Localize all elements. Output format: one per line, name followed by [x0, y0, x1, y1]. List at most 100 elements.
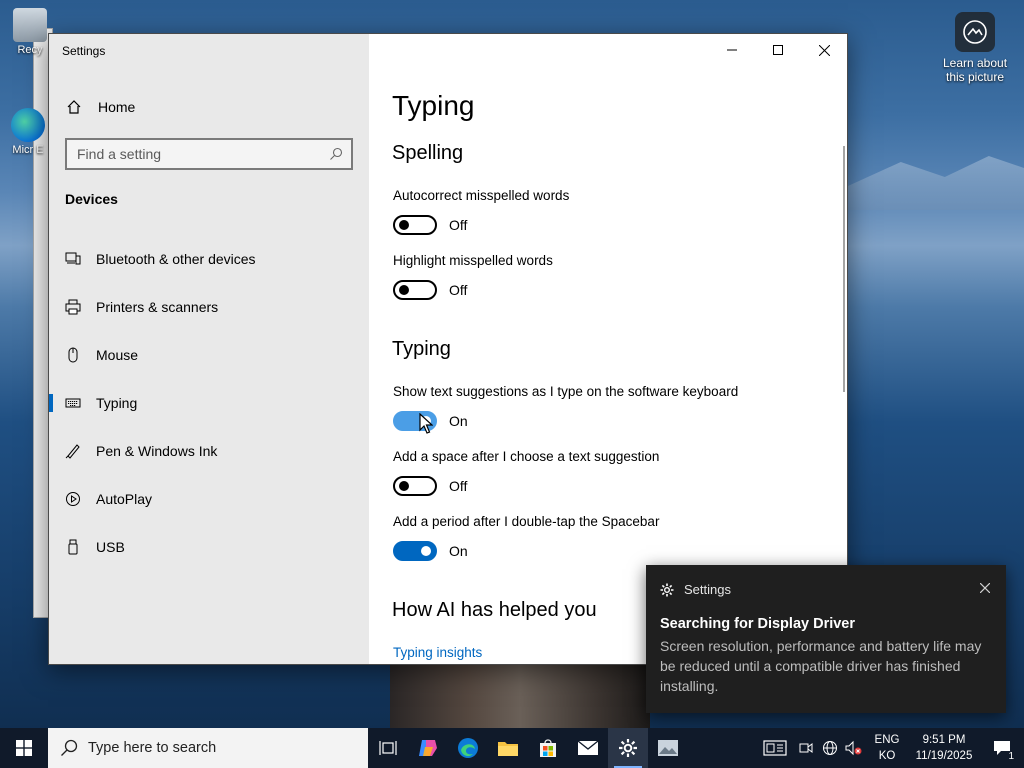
desktop-icon-recycle-bin[interactable]: Recy — [10, 8, 50, 56]
windows-logo-icon — [16, 740, 32, 756]
autocorrect-state: Off — [449, 217, 468, 233]
toast-title: Searching for Display Driver — [660, 616, 856, 632]
sidebar-item-label: Pen & Windows Ink — [96, 443, 218, 459]
globe-icon — [823, 741, 837, 755]
sidebar-home[interactable]: Home — [49, 92, 369, 122]
sidebar-section-heading: Devices — [65, 191, 118, 207]
recycle-bin-icon — [13, 8, 47, 42]
sidebar-item-printers[interactable]: Printers & scanners — [49, 289, 369, 325]
highlight-misspelled-toggle[interactable] — [393, 280, 437, 300]
notification-toast[interactable]: Settings Searching for Display Driver Sc… — [646, 565, 1006, 713]
sidebar-item-label: Printers & scanners — [96, 299, 219, 315]
toast-body: Screen resolution, performance and batte… — [660, 638, 982, 694]
autocorrect-label: Autocorrect misspelled words — [393, 188, 570, 203]
sidebar-item-autoplay[interactable]: AutoPlay — [49, 481, 369, 517]
minimize-icon — [727, 49, 737, 51]
home-icon — [67, 100, 81, 114]
content-scrollbar[interactable] — [843, 146, 845, 392]
add-space-toggle-row: Off — [393, 476, 467, 496]
sidebar-item-label: Typing — [96, 395, 138, 411]
sidebar-item-mouse[interactable]: Mouse — [49, 337, 369, 373]
window-controls — [709, 34, 847, 66]
tray-meet-now[interactable] — [794, 728, 818, 768]
toast-app-header: Settings — [660, 582, 731, 597]
news-icon — [763, 740, 787, 756]
camera-icon — [955, 12, 995, 52]
mouse-icon — [65, 347, 81, 363]
clock[interactable]: 9:51 PM 11/19/2025 — [908, 732, 980, 764]
text-suggestions-state: On — [449, 413, 468, 429]
action-center-button[interactable]: 1 — [980, 728, 1024, 768]
taskbar-copilot[interactable] — [408, 728, 448, 768]
tray-network[interactable] — [818, 728, 842, 768]
sidebar-item-usb[interactable]: USB — [49, 529, 369, 565]
gear-icon — [660, 583, 674, 596]
autoplay-icon — [65, 491, 81, 507]
sidebar-item-typing[interactable]: Typing — [49, 385, 369, 421]
maximize-icon — [773, 45, 783, 55]
language-code: ENG — [874, 734, 900, 746]
sidebar-item-pen[interactable]: Pen & Windows Ink — [49, 433, 369, 469]
taskbar-search-box[interactable]: Type here to search — [48, 728, 368, 768]
taskbar: Type here to search ENG KO 9:51 PM 11/19… — [0, 728, 1024, 768]
typing-insights-link[interactable]: Typing insights — [393, 645, 482, 660]
ai-heading: How AI has helped you — [392, 599, 597, 621]
wallpaper-rocks — [390, 665, 650, 728]
close-button[interactable] — [801, 34, 847, 66]
minimize-button[interactable] — [709, 34, 755, 66]
add-period-label: Add a period after I double-tap the Spac… — [393, 514, 660, 529]
toast-app-name: Settings — [684, 582, 731, 597]
tray-volume[interactable] — [842, 728, 866, 768]
mail-icon — [577, 740, 599, 755]
add-period-toggle[interactable] — [393, 541, 437, 561]
input-language[interactable]: ENG KO — [870, 732, 904, 764]
settings-sidebar: Settings Home Find a setting Devices Blu… — [49, 34, 369, 664]
add-space-state: Off — [449, 478, 468, 494]
add-space-toggle[interactable] — [393, 476, 437, 496]
sidebar-item-label: USB — [96, 539, 125, 555]
start-button[interactable] — [0, 728, 48, 768]
typing-heading: Typing — [392, 338, 451, 360]
sidebar-item-bluetooth[interactable]: Bluetooth & other devices — [49, 241, 369, 277]
sidebar-item-label: Mouse — [96, 347, 139, 363]
search-icon — [61, 739, 78, 756]
tray-news-button[interactable] — [756, 728, 794, 768]
window-title: Settings — [62, 44, 106, 58]
taskbar-edge[interactable] — [448, 728, 488, 768]
edge-icon — [458, 738, 478, 758]
wallpaper-mountains — [848, 156, 1024, 210]
close-icon — [818, 44, 830, 56]
taskbar-mail[interactable] — [568, 728, 608, 768]
sidebar-item-label: AutoPlay — [96, 491, 153, 507]
keyboard-layout: KO — [878, 750, 896, 762]
task-view-button[interactable] — [368, 728, 408, 768]
usb-icon — [65, 539, 81, 555]
find-setting-input[interactable]: Find a setting — [65, 138, 353, 170]
taskbar-settings[interactable] — [608, 728, 648, 768]
autocorrect-toggle[interactable] — [393, 215, 437, 235]
taskbar-store[interactable] — [528, 728, 568, 768]
task-view-icon — [379, 741, 397, 755]
page-title: Typing — [392, 90, 475, 121]
taskbar-file-explorer[interactable] — [488, 728, 528, 768]
toast-close-button[interactable] — [979, 580, 991, 598]
find-setting-placeholder: Find a setting — [77, 146, 162, 162]
mouse-pointer-icon — [419, 413, 433, 434]
gear-icon — [619, 739, 637, 757]
add-period-state: On — [449, 543, 468, 559]
sidebar-home-label: Home — [98, 99, 136, 115]
volume-muted-icon — [845, 740, 862, 756]
desktop-icon-edge[interactable]: Micr E — [8, 108, 48, 156]
pen-icon — [65, 443, 81, 459]
maximize-button[interactable] — [755, 34, 801, 66]
printer-icon — [65, 299, 81, 315]
close-icon — [979, 582, 991, 594]
clock-date: 11/19/2025 — [915, 750, 973, 762]
taskbar-search-placeholder: Type here to search — [88, 740, 217, 756]
taskbar-photo-app[interactable] — [648, 728, 688, 768]
highlight-misspelled-state: Off — [449, 282, 468, 298]
learn-about-picture[interactable]: Learn about this picture — [940, 12, 1010, 84]
sidebar-item-label: Bluetooth & other devices — [96, 251, 256, 267]
camera-icon — [799, 743, 813, 753]
add-space-label: Add a space after I choose a text sugges… — [393, 449, 660, 464]
